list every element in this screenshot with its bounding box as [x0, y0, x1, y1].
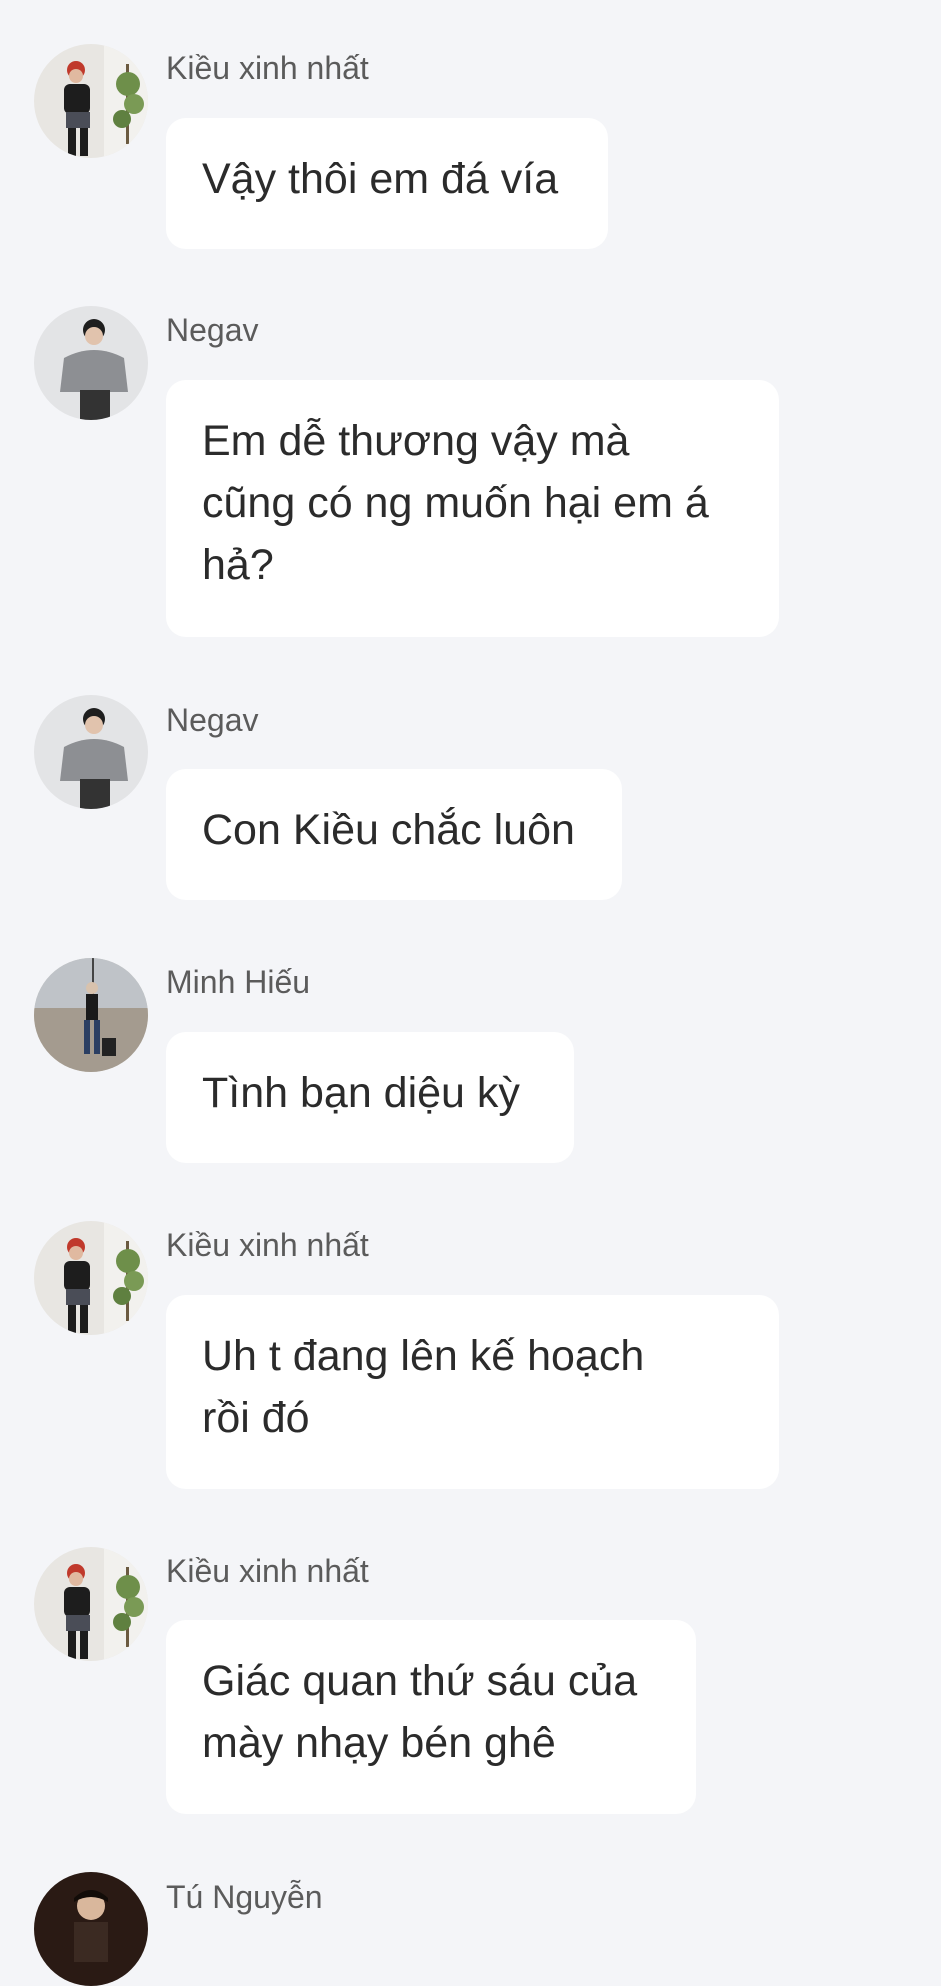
- minh-hieu-avatar[interactable]: [34, 958, 148, 1072]
- message-text: cũng có ng muốn hại em á: [202, 479, 709, 527]
- negav-avatar[interactable]: [34, 695, 148, 809]
- sender-name: Kiều xinh nhất: [166, 1553, 369, 1589]
- sender-name: Negav: [166, 312, 259, 348]
- sender-name: Kiều xinh nhất: [166, 50, 369, 86]
- message-bubble[interactable]: Con Kiều chắc luôn: [166, 769, 622, 900]
- sender-name: Negav: [166, 702, 259, 738]
- tu-nguyen-avatar[interactable]: [34, 1872, 148, 1986]
- message-text: rồi đó: [202, 1394, 310, 1442]
- message-bubble[interactable]: Tình bạn diệu kỳ: [166, 1032, 574, 1163]
- message-bubble[interactable]: Giác quan thứ sáu của mày nhạy bén ghê: [166, 1620, 696, 1814]
- sender-name: Kiều xinh nhất: [166, 1227, 369, 1263]
- message-text: mày nhạy bén ghê: [202, 1719, 556, 1767]
- message-text: Con Kiều chắc luôn: [202, 806, 575, 854]
- message-bubble[interactable]: Em dễ thương vậy mà cũng có ng muốn hại …: [166, 380, 779, 637]
- message-text: Vậy thôi em đá vía: [202, 155, 559, 203]
- message-bubble[interactable]: Uh t đang lên kế hoạch rồi đó: [166, 1295, 779, 1489]
- kieu-avatar[interactable]: [34, 1547, 148, 1661]
- kieu-avatar[interactable]: [34, 44, 148, 158]
- message-text: Tình bạn diệu kỳ: [202, 1069, 520, 1117]
- negav-avatar[interactable]: [34, 306, 148, 420]
- kieu-avatar[interactable]: [34, 1221, 148, 1335]
- message-text: Uh t đang lên kế hoạch: [202, 1332, 645, 1380]
- message-text: Giác quan thứ sáu của: [202, 1657, 638, 1705]
- message-text: hả?: [202, 541, 274, 589]
- message-text: Em dễ thương vậy mà: [202, 417, 630, 465]
- sender-name: Minh Hiếu: [166, 964, 311, 1000]
- message-bubble[interactable]: Vậy thôi em đá vía: [166, 118, 608, 249]
- sender-name: Tú Nguyễn: [166, 1879, 323, 1915]
